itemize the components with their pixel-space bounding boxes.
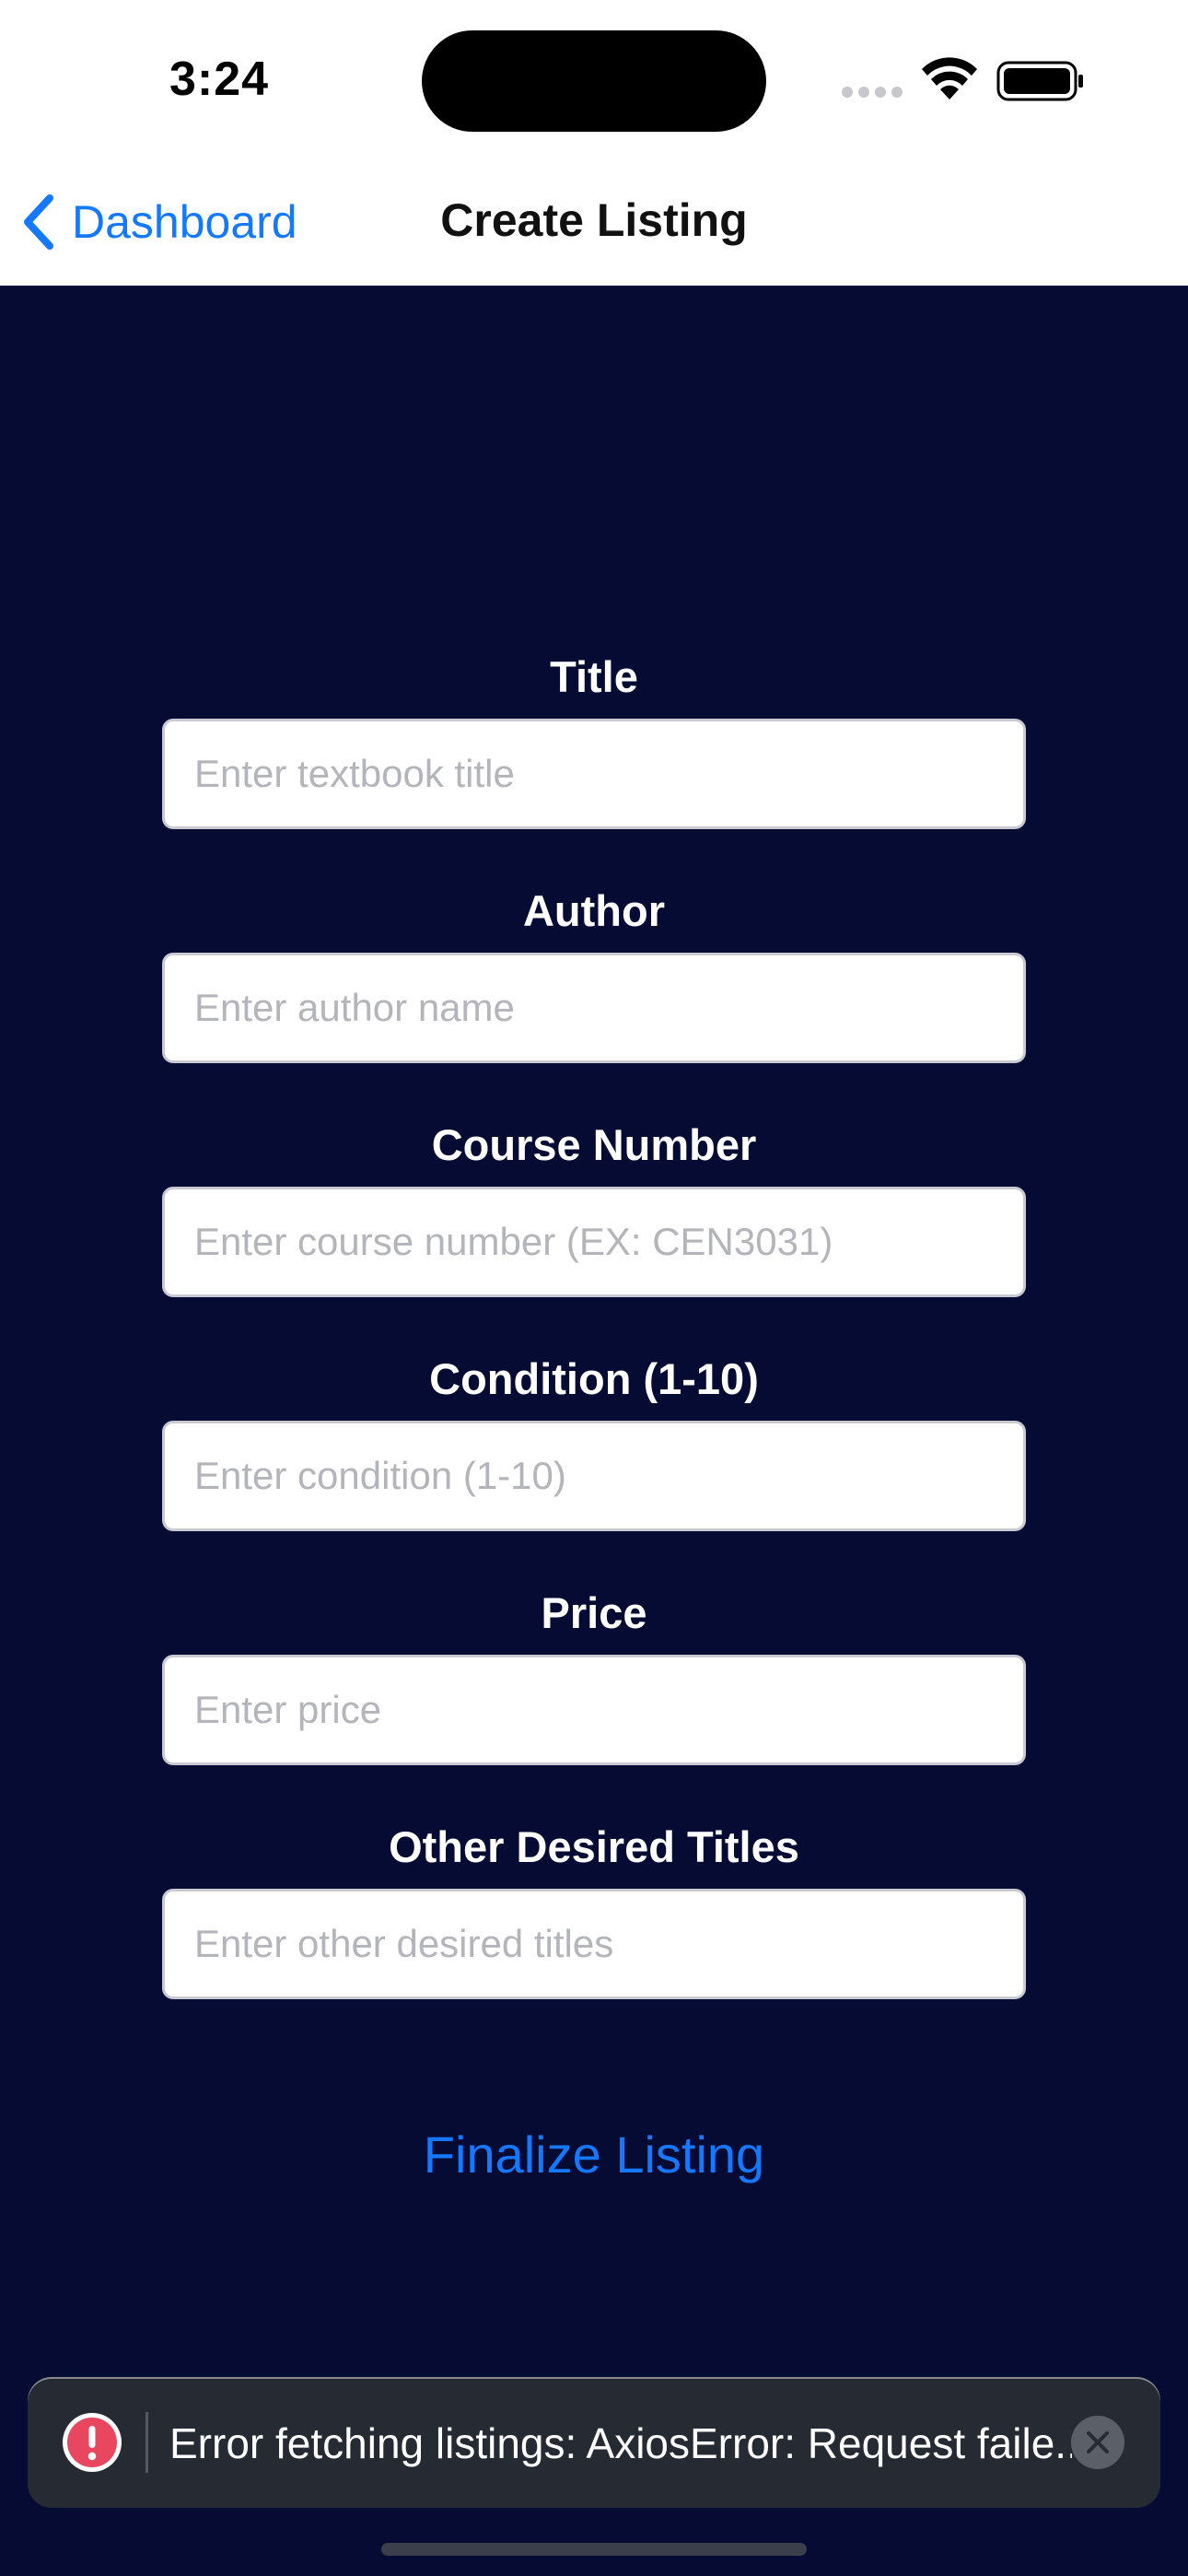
toast-message: Error fetching listings: AxiosError: Req… bbox=[169, 2419, 1072, 2467]
finalize-listing-button[interactable]: Finalize Listing bbox=[0, 2124, 1188, 2185]
back-button-label: Dashboard bbox=[72, 196, 297, 248]
status-time: 3:24 bbox=[169, 53, 270, 106]
home-indicator[interactable] bbox=[381, 2543, 807, 2556]
navigation-bar: Create Listing Dashboard bbox=[0, 157, 1188, 286]
condition-input[interactable] bbox=[162, 1421, 1026, 1531]
title-input[interactable] bbox=[162, 719, 1026, 829]
course-number-input[interactable] bbox=[162, 1187, 1026, 1297]
author-field: Author bbox=[162, 879, 1026, 1113]
course-number-label: Course Number bbox=[431, 1120, 757, 1169]
create-listing-form: Title Author Course Number Condition (1-… bbox=[162, 645, 1026, 2049]
error-icon bbox=[63, 2413, 122, 2472]
title-label: Title bbox=[550, 652, 638, 701]
author-label: Author bbox=[522, 886, 665, 935]
title-field: Title bbox=[162, 645, 1026, 879]
close-icon[interactable] bbox=[1070, 2415, 1125, 2470]
wifi-icon bbox=[922, 57, 977, 100]
condition-label: Condition (1-10) bbox=[429, 1354, 759, 1403]
price-field: Price bbox=[162, 1581, 1026, 1815]
author-input[interactable] bbox=[162, 953, 1026, 1063]
toast-divider bbox=[146, 2412, 148, 2473]
price-input[interactable] bbox=[162, 1655, 1026, 1765]
back-button[interactable]: Dashboard bbox=[18, 190, 297, 254]
course-number-field: Course Number bbox=[162, 1113, 1026, 1347]
dynamic-island bbox=[422, 30, 766, 132]
battery-icon bbox=[996, 61, 1083, 101]
other-titles-input[interactable] bbox=[162, 1889, 1026, 1999]
chevron-left-icon bbox=[24, 194, 53, 250]
other-titles-field: Other Desired Titles bbox=[162, 1815, 1026, 2049]
status-bar: 3:24 bbox=[0, 0, 1188, 157]
price-label: Price bbox=[541, 1588, 647, 1637]
error-toast[interactable]: Error fetching listings: AxiosError: Req… bbox=[28, 2377, 1160, 2508]
cellular-signal-icon bbox=[842, 87, 904, 98]
other-titles-label: Other Desired Titles bbox=[389, 1822, 799, 1871]
condition-field: Condition (1-10) bbox=[162, 1347, 1026, 1581]
